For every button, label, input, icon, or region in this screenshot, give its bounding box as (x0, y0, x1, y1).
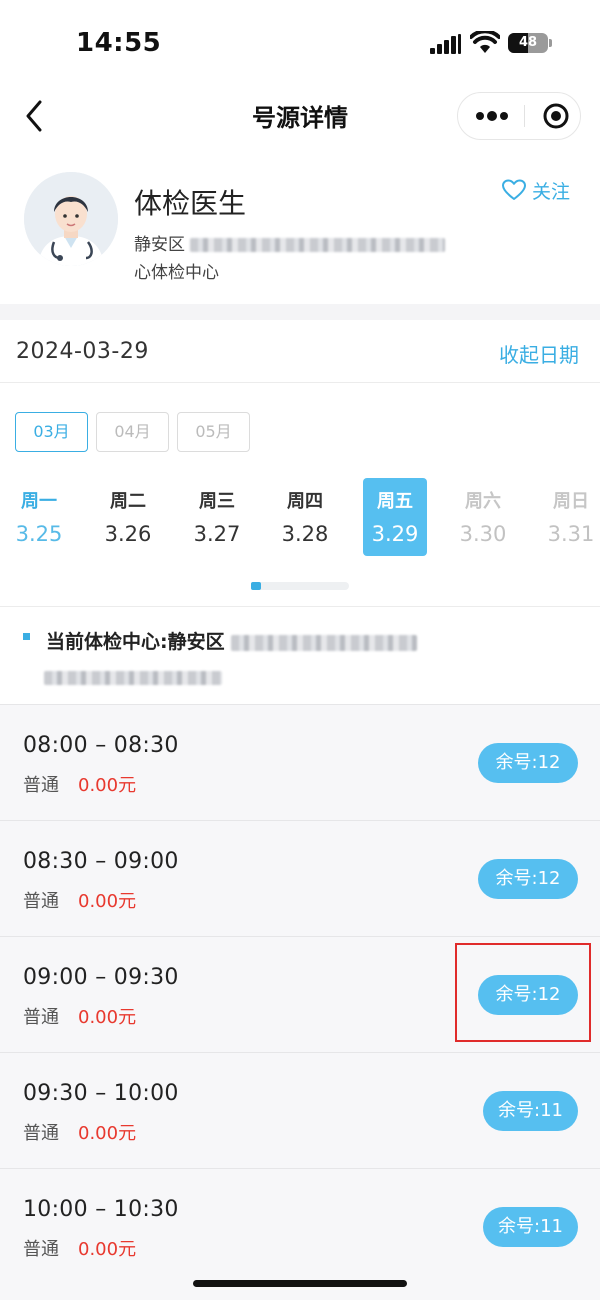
highlight-annotation-box (455, 943, 591, 1042)
weekday-label: 周日 (553, 491, 589, 512)
follow-label: 关注 (532, 180, 571, 203)
remaining-slots-button[interactable]: 余号:12 (478, 859, 578, 899)
doctor-illustration-icon (24, 172, 118, 266)
cellular-signal-icon (430, 34, 464, 54)
date-label: 3.29 (371, 522, 419, 546)
battery-icon: 48 (508, 33, 548, 53)
divider (0, 382, 600, 383)
slot-price: 0.00元 (78, 891, 137, 912)
more-dots-icon[interactable] (458, 93, 524, 139)
day-thu[interactable]: 周四 3.28 (273, 478, 337, 556)
scroll-thumb (251, 582, 261, 590)
time-slot-row[interactable]: 10:00 – 10:30 普通 0.00元 余号:11 (0, 1168, 600, 1284)
heart-outline-icon (502, 179, 526, 200)
doctor-name: 体检医生 (134, 187, 247, 220)
slot-price: 0.00元 (78, 1123, 137, 1144)
current-center-prefix: 当前体检中心:静安区 (46, 631, 225, 653)
home-indicator[interactable] (193, 1280, 407, 1287)
date-label: 3.27 (193, 522, 241, 546)
slot-type: 普通 (23, 891, 59, 912)
wifi-icon (470, 31, 500, 53)
slot-price: 0.00元 (78, 1239, 137, 1260)
month-tab-04[interactable]: 04月 (96, 412, 169, 452)
address-prefix: 静安区 (134, 235, 185, 255)
doctor-address-line-1: 静安区 (134, 230, 446, 255)
collapse-date-button[interactable]: 收起日期 (499, 339, 579, 368)
section-divider (0, 304, 600, 320)
date-label: 3.28 (281, 522, 329, 546)
day-sat: 周六 3.30 (451, 478, 515, 556)
slot-time: 09:00 – 09:30 (23, 965, 179, 990)
weekday-label: 周五 (377, 491, 413, 512)
miniprogram-capsule (457, 92, 581, 140)
date-label: 3.26 (104, 522, 152, 546)
remaining-slots-button[interactable]: 余号:12 (478, 743, 578, 783)
weekday-label: 周四 (287, 491, 323, 512)
close-miniprogram-icon[interactable] (525, 93, 581, 139)
day-wed[interactable]: 周三 3.27 (185, 478, 249, 556)
date-label: 3.30 (459, 522, 507, 546)
time-slot-row[interactable]: 08:00 – 08:30 普通 0.00元 余号:12 (0, 704, 600, 820)
slot-type: 普通 (23, 1007, 59, 1028)
day-mon[interactable]: 周一 3.25 (7, 478, 71, 556)
slot-time: 08:30 – 09:00 (23, 849, 179, 874)
weekday-label: 周三 (199, 491, 235, 512)
weekday-label: 周二 (110, 491, 146, 512)
battery-tip (549, 39, 552, 47)
slot-type: 普通 (23, 775, 59, 796)
battery-level: 48 (518, 35, 538, 50)
slot-type: 普通 (23, 1123, 59, 1144)
current-center-title: 当前体检中心:静安区 (46, 627, 418, 654)
date-scroll-indicator (251, 582, 349, 590)
redacted-address (190, 238, 446, 252)
weekday-label: 周一 (21, 491, 57, 512)
slot-price: 0.00元 (78, 1007, 137, 1028)
bullet-marker (23, 633, 30, 640)
slot-time: 09:30 – 10:00 (23, 1081, 179, 1106)
remaining-slots-button[interactable]: 余号:11 (483, 1207, 578, 1247)
date-label: 3.25 (15, 522, 63, 546)
doctor-address-line-2: 心体检中心 (134, 263, 219, 283)
remaining-slots-button[interactable]: 余号:11 (483, 1091, 578, 1131)
follow-button[interactable]: 关注 (502, 176, 570, 204)
status-bar: 14:55 48 (0, 0, 600, 86)
slot-price: 0.00元 (78, 775, 137, 796)
day-fri[interactable]: 周五 3.29 (363, 478, 427, 556)
slot-type: 普通 (23, 1239, 59, 1260)
slot-time: 10:00 – 10:30 (23, 1197, 179, 1222)
status-time: 14:55 (76, 28, 162, 58)
time-slot-row[interactable]: 08:30 – 09:00 普通 0.00元 余号:12 (0, 820, 600, 936)
current-center-address (44, 667, 222, 686)
redacted-center-address (44, 670, 222, 685)
day-tue[interactable]: 周二 3.26 (96, 478, 160, 556)
date-label: 3.31 (547, 522, 595, 546)
current-date: 2024-03-29 (16, 339, 149, 364)
month-tab-05[interactable]: 05月 (177, 412, 250, 452)
time-slot-row[interactable]: 09:30 – 10:00 普通 0.00元 余号:11 (0, 1052, 600, 1168)
month-tab-03[interactable]: 03月 (15, 412, 88, 452)
divider (0, 606, 600, 607)
redacted-center-name (231, 634, 418, 651)
slot-time: 08:00 – 08:30 (23, 733, 179, 758)
doctor-avatar (24, 172, 118, 266)
day-sun: 周日 3.31 (539, 478, 600, 556)
weekday-label: 周六 (465, 491, 501, 512)
